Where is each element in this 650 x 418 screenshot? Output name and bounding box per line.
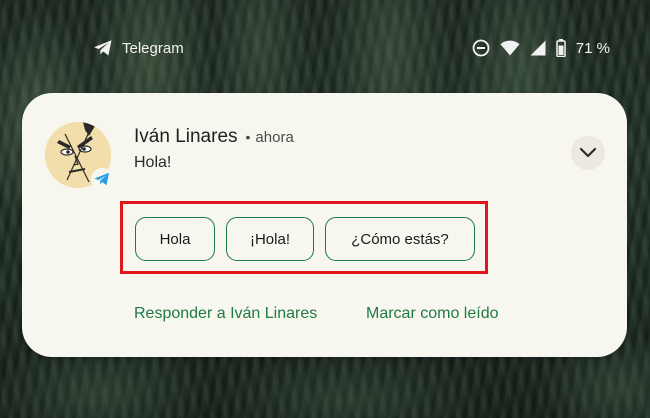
cellular-signal-icon: [530, 40, 546, 56]
status-right: 71 %: [462, 37, 610, 59]
status-bar: Telegram 71 %: [0, 0, 650, 96]
quick-reply-hola-exclaim[interactable]: ¡Hola!: [226, 217, 314, 261]
status-left: Telegram: [93, 37, 184, 59]
expand-button[interactable]: [571, 136, 605, 170]
wifi-icon: [500, 40, 520, 56]
quick-reply-como-estas[interactable]: ¿Cómo estás?: [325, 217, 475, 261]
quick-reply-hola[interactable]: Hola: [135, 217, 215, 261]
telegram-icon: [93, 39, 113, 57]
notification-time: ahora: [255, 129, 294, 146]
battery-percentage: 71 %: [575, 39, 610, 57]
separator-dot: •: [245, 129, 251, 145]
telegram-badge-icon: [91, 168, 113, 190]
reply-action-button[interactable]: Responder a Iván Linares: [134, 305, 317, 323]
battery-icon: [556, 39, 566, 57]
status-app-name: Telegram: [122, 39, 184, 57]
notification-header: Iván Linares • ahora: [134, 126, 294, 150]
sender-name: Iván Linares: [134, 126, 238, 147]
notification-card[interactable]: Iván Linares • ahora Hola! Hola ¡Hola! ¿…: [22, 93, 627, 357]
mark-read-action-button[interactable]: Marcar como leído: [366, 305, 499, 323]
do-not-disturb-icon: [472, 39, 490, 57]
chevron-down-icon: [579, 147, 597, 158]
message-text: Hola!: [134, 154, 172, 171]
